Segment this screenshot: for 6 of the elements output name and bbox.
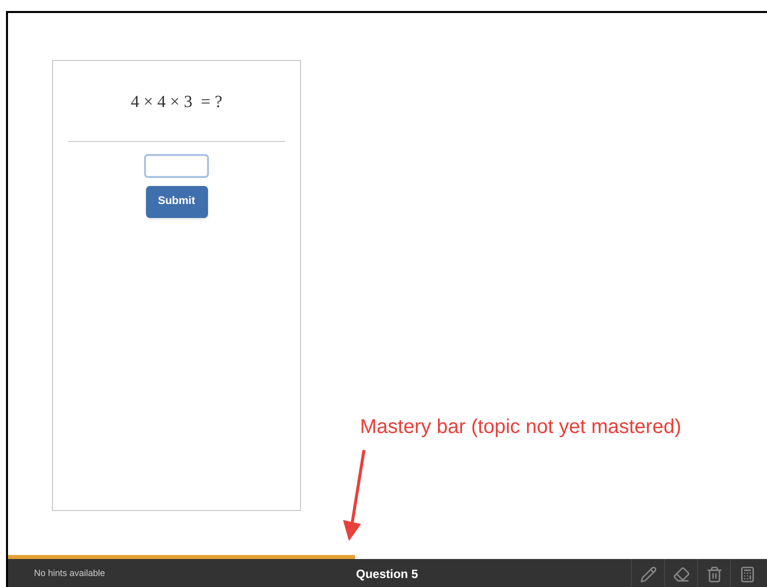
answer-field[interactable] — [144, 154, 209, 178]
submit-button[interactable]: Submit — [146, 186, 208, 218]
math-expression: 4 × 4 × 3 = ? — [130, 91, 222, 113]
question-title: Question 5 — [356, 566, 418, 583]
hints-status: No hints available — [34, 567, 106, 580]
annotation-text: Mastery bar (topic not yet mastered) — [360, 415, 682, 440]
